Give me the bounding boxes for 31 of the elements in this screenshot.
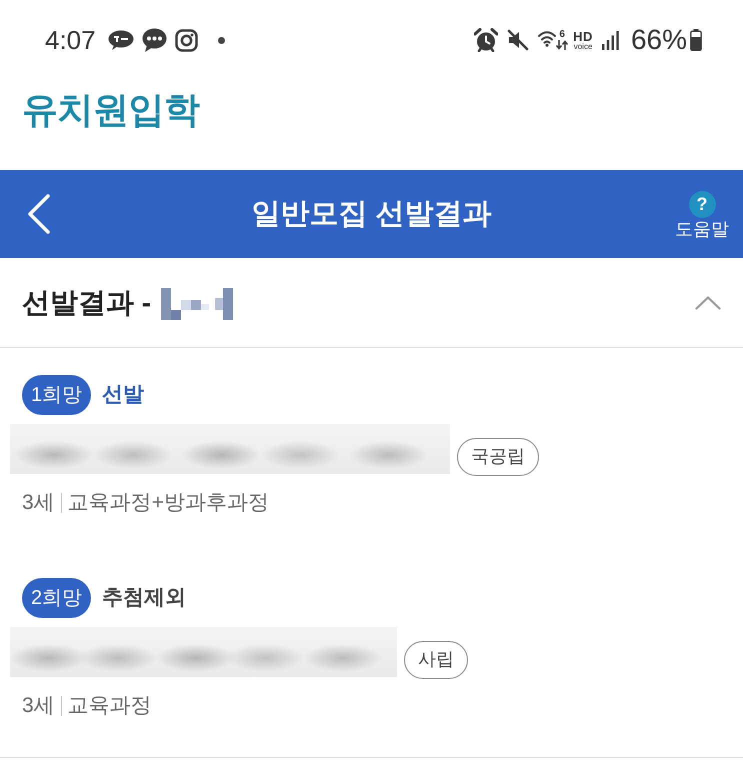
data-arrows-icon [556,40,568,50]
wifi-icon [538,30,556,47]
preference-badge: 2희망 [22,578,92,618]
page-title: 일반모집 선발결과 [251,200,492,228]
program-text: 교육과정+방과후과정 [68,490,269,516]
wifi-standard-label: 6 [559,30,565,40]
battery-percentage: 66% [630,26,687,54]
kindergarten-type-tag: 국공립 [457,438,539,476]
back-chevron-icon [27,194,51,234]
help-button[interactable]: ? 도움말 [675,190,729,238]
preference-badge: 1희망 [22,375,92,415]
help-icon: ? [688,190,716,218]
notification-dot-icon [218,36,225,44]
chat-dots-icon [142,28,167,52]
age-text: 3세 [22,490,55,516]
result-status: 선발 [102,382,144,408]
result-status: 추첨제외 [102,585,186,612]
voice-label: voice [574,42,592,50]
mute-icon [507,29,530,51]
app-title: 유치원입학 [22,92,200,128]
kindergarten-type-tag: 사립 [404,641,468,679]
speech-bubble-icon [108,30,134,50]
status-time: 4:07 [45,27,96,53]
signal-icon [602,30,619,50]
program-text: 교육과정 [68,693,152,719]
alarm-clock-icon [474,28,498,52]
battery-icon [690,29,702,51]
age-text: 3세 [22,693,55,719]
camera-icon [174,28,198,52]
hd-label: HD [573,30,593,42]
section-title: 선발결과 - [22,288,152,316]
